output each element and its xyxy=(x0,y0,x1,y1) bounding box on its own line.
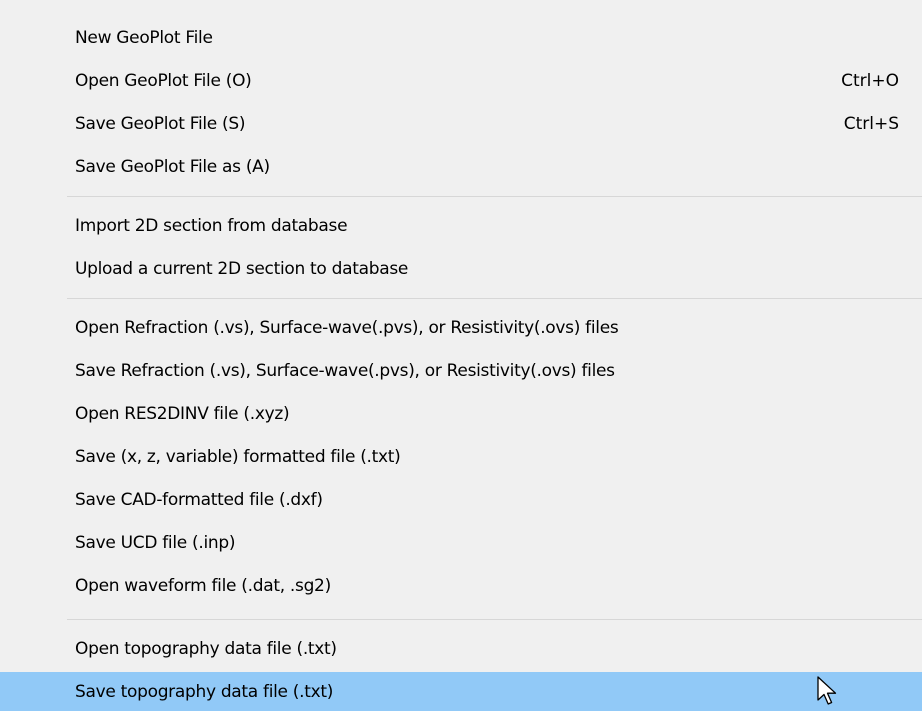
menu-item-upload-2d-section[interactable]: Upload a current 2D section to database xyxy=(0,251,922,287)
menu-item-save-geoplot-file-as[interactable]: Save GeoPlot File as (A) xyxy=(0,149,922,185)
menu-separator xyxy=(67,298,922,299)
menu-item-open-waveform-file[interactable]: Open waveform file (.dat, .sg2) xyxy=(0,568,922,604)
menu-separator xyxy=(67,619,922,620)
menu-item-label: Save CAD-formatted file (.dxf) xyxy=(75,490,323,510)
menu-item-shortcut: Ctrl+O xyxy=(841,71,899,91)
menu-item-open-refraction-files[interactable]: Open Refraction (.vs), Surface-wave(.pvs… xyxy=(0,310,922,346)
menu-item-label: Save topography data file (.txt) xyxy=(75,681,334,702)
menu-item-label: Save (x, z, variable) formatted file (.t… xyxy=(75,447,401,467)
menu-item-label: Open GeoPlot File (O) xyxy=(75,71,252,91)
menu-item-label: Upload a current 2D section to database xyxy=(75,259,409,279)
menu-item-save-refraction-files[interactable]: Save Refraction (.vs), Surface-wave(.pvs… xyxy=(0,353,922,389)
menu-item-import-2d-section[interactable]: Import 2D section from database xyxy=(0,208,922,244)
menu-item-label: New GeoPlot File xyxy=(75,28,213,48)
menu-item-label: Save Refraction (.vs), Surface-wave(.pvs… xyxy=(75,361,615,381)
file-dropdown-menu: New GeoPlot File Open GeoPlot File (O) C… xyxy=(0,0,922,711)
menu-item-new-geoplot-file[interactable]: New GeoPlot File xyxy=(0,20,922,56)
menu-item-label: Open waveform file (.dat, .sg2) xyxy=(75,576,331,596)
menu-item-save-ucd-file[interactable]: Save UCD file (.inp) xyxy=(0,525,922,561)
menu-item-label: Save GeoPlot File as (A) xyxy=(75,157,270,177)
menu-item-label: Open RES2DINV file (.xyz) xyxy=(75,404,290,424)
menu-separator xyxy=(67,196,922,197)
menu-item-open-geoplot-file[interactable]: Open GeoPlot File (O) Ctrl+O xyxy=(0,63,922,99)
menu-item-label: Open topography data file (.txt) xyxy=(75,639,337,659)
mouse-pointer-icon xyxy=(817,676,837,705)
menu-item-save-topography-file[interactable]: Save topography data file (.txt) xyxy=(0,672,922,711)
menu-item-open-topography-file[interactable]: Open topography data file (.txt) xyxy=(0,631,922,667)
menu-item-label: Import 2D section from database xyxy=(75,216,348,236)
menu-item-shortcut: Ctrl+S xyxy=(843,114,899,134)
menu-item-label: Save UCD file (.inp) xyxy=(75,533,236,553)
menu-item-save-geoplot-file[interactable]: Save GeoPlot File (S) Ctrl+S xyxy=(0,106,922,142)
menu-item-save-cad-file[interactable]: Save CAD-formatted file (.dxf) xyxy=(0,482,922,518)
menu-item-label: Save GeoPlot File (S) xyxy=(75,114,246,134)
menu-item-label: Open Refraction (.vs), Surface-wave(.pvs… xyxy=(75,318,619,338)
menu-item-open-res2dinv-file[interactable]: Open RES2DINV file (.xyz) xyxy=(0,396,922,432)
menu-item-save-xz-variable-file[interactable]: Save (x, z, variable) formatted file (.t… xyxy=(0,439,922,475)
